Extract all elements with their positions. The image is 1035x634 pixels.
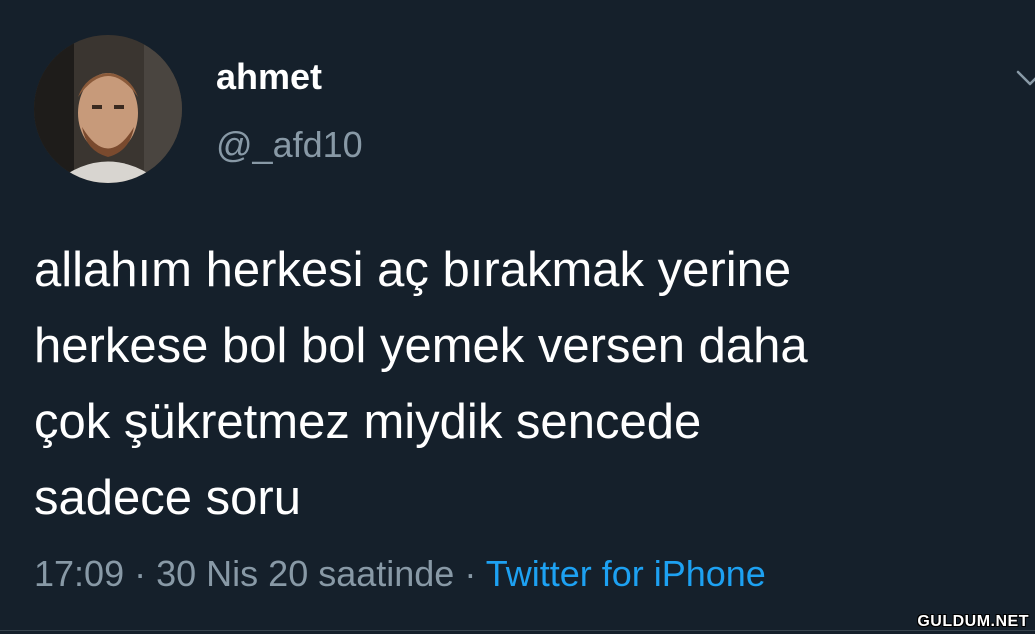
- meta-separator: ·: [464, 553, 477, 594]
- tweet-text-line: allahım herkesi aç bırakmak yerine: [34, 243, 792, 297]
- tweet-text: allahım herkesi aç bırakmak yerine herke…: [34, 232, 1024, 536]
- meta-separator: ·: [134, 553, 147, 594]
- tweet-date[interactable]: 30 Nis 20 saatinde: [156, 553, 454, 594]
- tweet-text-line: herkese bol bol yemek versen daha: [34, 319, 808, 373]
- avatar-image: [34, 35, 182, 183]
- display-name[interactable]: ahmet: [216, 57, 322, 97]
- avatar[interactable]: [34, 35, 182, 183]
- tweet-card: ahmet @_afd10 allahım herkesi aç bırakma…: [0, 0, 1035, 634]
- tweet-text-line: çok şükretmez miydik sencede: [34, 395, 702, 449]
- chevron-down-icon[interactable]: [1014, 66, 1035, 88]
- tweet-source-link[interactable]: Twitter for iPhone: [486, 553, 766, 594]
- tweet-time[interactable]: 17:09: [34, 553, 124, 594]
- tweet-text-line: sadece soru: [34, 471, 301, 525]
- user-handle[interactable]: @_afd10: [216, 125, 363, 165]
- tweet-meta: 17:09 · 30 Nis 20 saatinde · Twitter for…: [34, 551, 766, 597]
- watermark: GULDUM.NET: [917, 613, 1029, 630]
- divider: [0, 630, 1035, 631]
